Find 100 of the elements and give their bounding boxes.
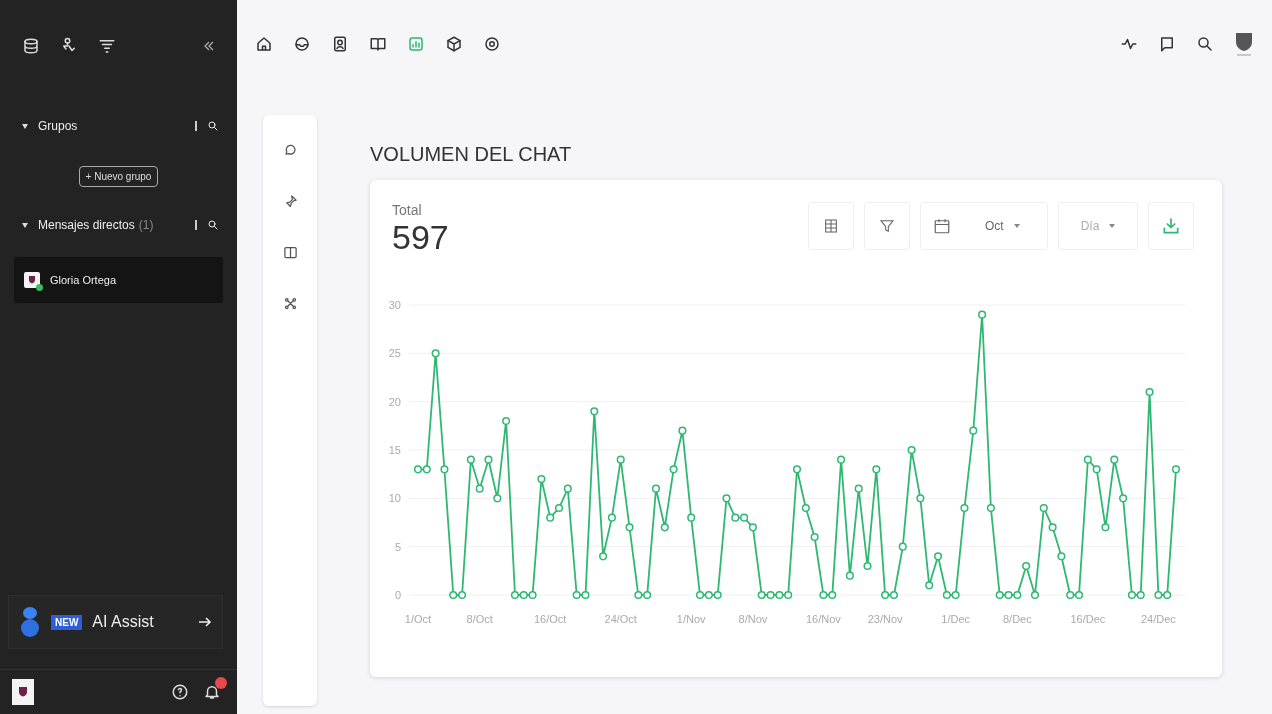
data-point [537,474,546,484]
data-point [696,590,705,600]
data-point [872,465,881,474]
data-point [1066,590,1075,600]
contact-item[interactable]: Gloria Ortega [14,257,223,303]
filter-icon [879,218,895,234]
x-tick-label: 1/Oct [404,613,432,625]
search-icon[interactable] [1196,35,1214,53]
download-icon [1161,216,1181,236]
book-icon[interactable] [282,245,298,260]
data-point [458,590,467,600]
data-point [546,513,555,522]
workspace-logo[interactable] [12,679,34,705]
data-point [466,455,475,464]
search-icon[interactable] [207,219,219,231]
x-tick-label: 8/Oct [466,613,493,625]
data-point [1030,590,1040,600]
x-tick-label: 8/Nov [738,613,768,625]
data-point [757,590,766,600]
section-title: Mensajes directos [38,218,135,232]
help-icon[interactable] [171,683,189,701]
home-icon[interactable] [255,35,273,53]
data-point [704,590,713,600]
data-point [431,349,440,358]
data-point [1075,590,1084,600]
expand-icon[interactable] [22,123,28,129]
new-group-button[interactable]: + Nuevo grupo [78,166,159,187]
data-point [1092,465,1101,474]
x-tick-label: 23/Nov [867,613,903,625]
total-value: 597 [392,218,449,257]
cube-icon[interactable] [445,35,463,53]
section-title: Grupos [38,119,78,133]
expand-icon[interactable] [22,222,28,228]
data-point [810,532,819,542]
data-point [792,465,802,474]
data-point [995,590,1004,600]
data-point [775,590,784,600]
data-point [1083,455,1092,464]
search-icon[interactable] [207,120,219,132]
y-tick-label: 20 [388,395,401,408]
data-point [1057,552,1066,561]
y-tick-label: 0 [394,589,401,601]
data-point [1119,494,1128,503]
table-icon [823,218,839,234]
x-tick-label: 16/Dec [1070,613,1106,625]
ai-assist-button[interactable]: NEW AI Assist [8,595,223,649]
bell-icon[interactable] [203,683,221,701]
data-point [572,590,581,600]
data-point [528,590,537,600]
data-point [801,503,810,513]
layers-icon[interactable] [22,37,40,55]
org-logo[interactable] [1234,31,1254,57]
data-point [969,426,978,435]
data-point [889,590,898,600]
data-point [1039,503,1048,513]
chat-icon[interactable] [1158,35,1176,53]
data-point [590,407,599,416]
data-point [422,465,431,474]
data-point [1136,590,1145,600]
settings-icon[interactable] [483,35,501,53]
data-point [510,590,519,600]
data-point [933,552,943,561]
data-point [731,513,740,522]
avatar [24,272,40,288]
data-point [1127,590,1136,600]
data-point [916,494,925,503]
x-tick-label: 24/Oct [604,613,637,625]
contact-name: Gloria Ortega [50,274,117,286]
data-point [607,513,616,522]
data-point [669,465,678,474]
data-point [722,494,731,503]
data-point [519,590,528,600]
month-select[interactable]: Oct [920,202,1048,250]
data-point [599,552,608,561]
data-point [942,590,951,600]
data-point [925,581,934,590]
data-point [951,590,960,600]
data-point [634,590,643,600]
collapse-icon[interactable] [203,40,215,52]
data-point [678,426,687,435]
y-tick-label: 30 [388,299,401,311]
contact-icon[interactable] [331,35,349,53]
data-point [837,455,846,464]
ai-assist-label: AI Assist [92,613,154,631]
data-point [440,465,449,474]
robot-icon [19,607,41,637]
data-point [1171,465,1181,474]
data-point [1110,455,1119,464]
data-point [554,503,564,513]
total-label: Total [392,202,423,218]
data-point [819,590,828,600]
filter-icon[interactable] [98,37,116,55]
data-point [581,590,590,600]
data-point [502,416,511,426]
inbox-icon[interactable] [293,35,311,53]
book-icon[interactable] [369,35,387,53]
data-point [907,445,916,455]
network-icon[interactable] [282,296,298,311]
data-point [960,503,969,513]
data-point [713,590,722,600]
